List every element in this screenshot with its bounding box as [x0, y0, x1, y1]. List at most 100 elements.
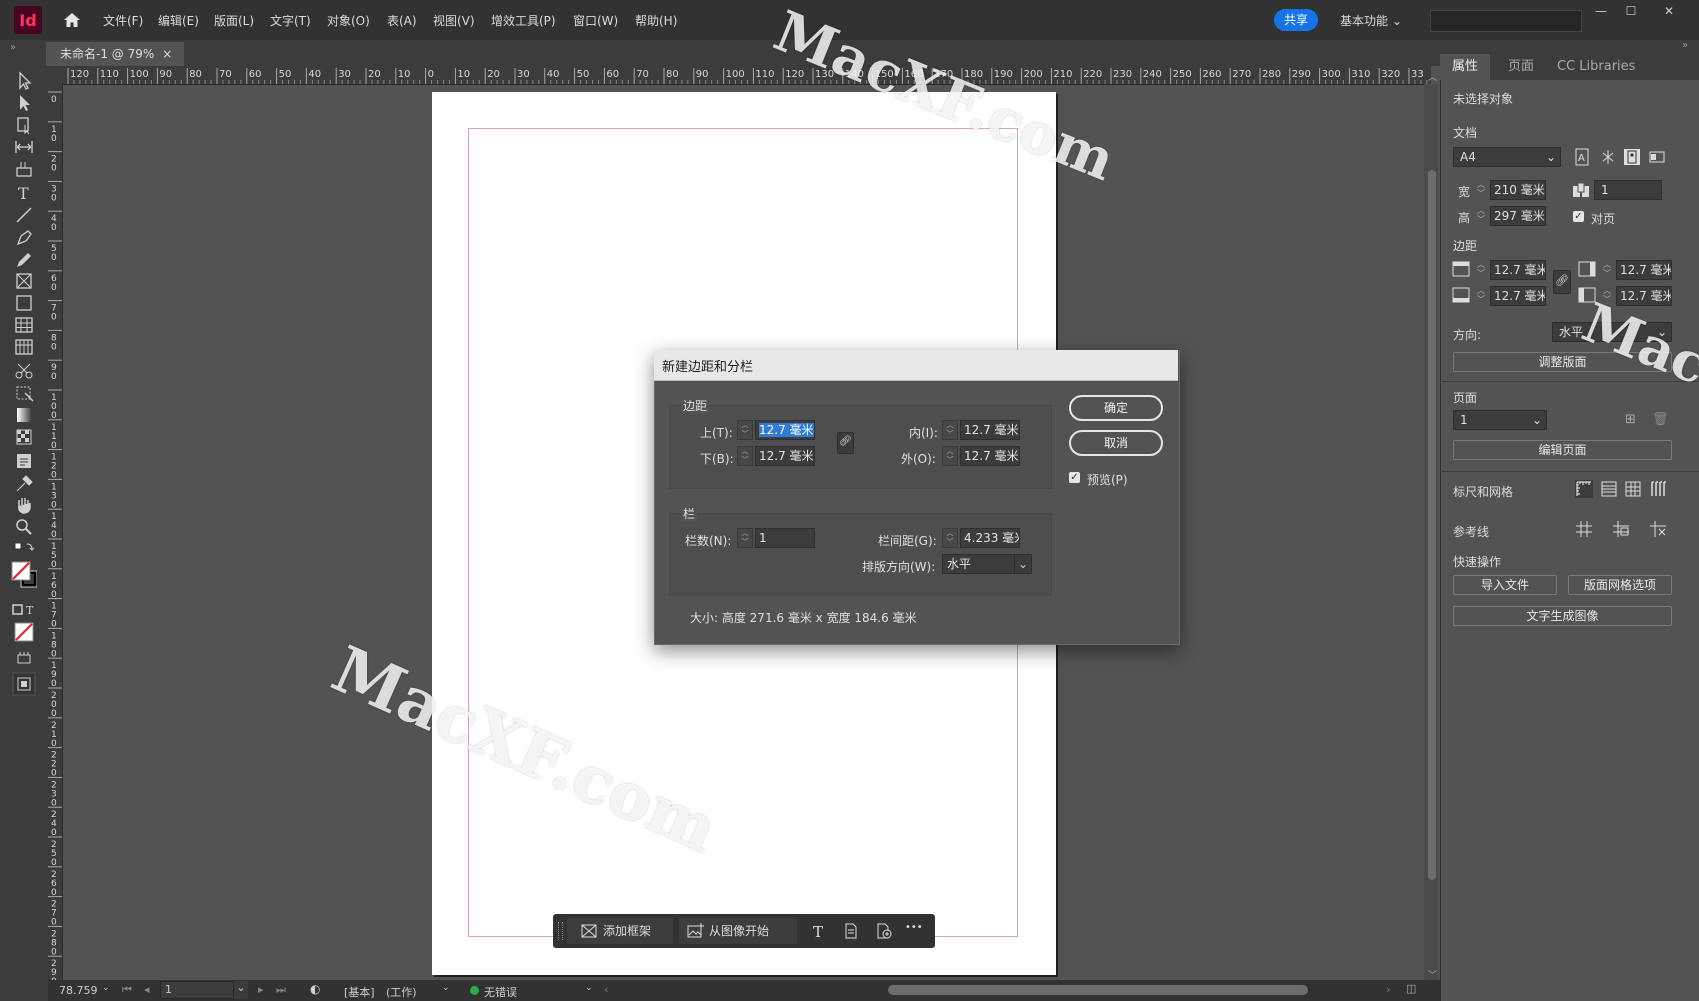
- page-tool-icon[interactable]: [11, 115, 37, 135]
- margin-bottom-field[interactable]: 12.7 毫米: [1490, 286, 1546, 306]
- scissors-tool-icon[interactable]: [11, 361, 37, 381]
- menu-layout[interactable]: 版面(L): [214, 12, 254, 29]
- pen-tool-icon[interactable]: [11, 227, 37, 247]
- split-view-icon[interactable]: ◫: [1406, 982, 1416, 995]
- type-icon[interactable]: T: [811, 923, 827, 939]
- gradient-feather-tool-icon[interactable]: [11, 427, 37, 447]
- more-options-icon[interactable]: •••: [905, 922, 923, 933]
- vertical-scrollbar-thumb[interactable]: [1428, 170, 1436, 880]
- page-select[interactable]: 1 ⌄: [1453, 410, 1547, 430]
- free-transform-tool-icon[interactable]: [11, 383, 37, 403]
- margin-inside-stepper-icon[interactable]: ︿ ﹀: [1600, 260, 1614, 280]
- inside-margin-field[interactable]: 12.7 毫米: [960, 420, 1020, 440]
- menu-object[interactable]: 对象(O): [327, 12, 370, 29]
- page-size-select[interactable]: A4 ⌄: [1453, 147, 1561, 167]
- mode-chevron-down-icon[interactable]: ⌄: [442, 983, 450, 993]
- collapse-toolbar-icon[interactable]: »: [10, 42, 16, 53]
- layout-grid-options-button[interactable]: 版面网格选项: [1568, 575, 1672, 595]
- gradient-tool-icon[interactable]: [11, 405, 37, 425]
- import-file-button[interactable]: 导入文件: [1453, 575, 1557, 595]
- minimize-button[interactable]: —: [1589, 4, 1613, 20]
- page-number-field[interactable]: 1: [160, 981, 234, 999]
- gutter-stepper-icon[interactable]: ︿ ﹀: [942, 528, 958, 548]
- formatting-container-icon[interactable]: T: [11, 600, 37, 620]
- top-margin-stepper-icon[interactable]: ︿ ﹀: [737, 420, 753, 440]
- menu-edit[interactable]: 编辑(E): [158, 12, 199, 29]
- start-from-image-button[interactable]: 从图像开始: [679, 918, 797, 944]
- menu-help[interactable]: 帮助(H): [635, 12, 677, 29]
- margin-inside-field[interactable]: 12.7 毫米: [1616, 260, 1672, 280]
- direct-selection-tool-icon[interactable]: [11, 93, 37, 113]
- last-page-icon[interactable]: ⏭: [276, 983, 286, 997]
- tab-properties[interactable]: 属性: [1440, 54, 1491, 80]
- fill-stroke-swatch-icon[interactable]: [11, 559, 37, 593]
- add-page-icon[interactable]: ⊞: [1625, 412, 1636, 427]
- view-mode-icon[interactable]: [11, 672, 37, 696]
- horizontal-ruler[interactable]: 120 110 100 90 80 70 60 50 40 30 20 10 0 10 20 30 40 50 60…: [60, 66, 1431, 85]
- zoom-level[interactable]: 78.759: [59, 984, 98, 997]
- menu-file[interactable]: 文件(F): [103, 12, 143, 29]
- tab-pages[interactable]: 页面: [1496, 54, 1546, 80]
- prev-page-icon[interactable]: ◂: [144, 983, 150, 996]
- preflight-status-text[interactable]: 无错误: [484, 984, 517, 1000]
- width-stepper-icon[interactable]: ︿ ﹀: [1474, 180, 1488, 200]
- ruler-icon[interactable]: [1575, 480, 1593, 498]
- inside-margin-stepper-icon[interactable]: ︿ ﹀: [942, 420, 958, 440]
- bottom-margin-stepper-icon[interactable]: ︿ ﹀: [737, 446, 753, 466]
- vertical-ruler[interactable]: 0 10 20 30 40 50 60 70 80 90 100 110 120130 140 150 160…: [48, 84, 63, 984]
- close-tab-icon[interactable]: ×: [162, 47, 172, 61]
- type-tool-icon[interactable]: T: [11, 183, 37, 203]
- screen-mode-icon[interactable]: [11, 648, 37, 668]
- gap-tool-icon[interactable]: [11, 137, 37, 157]
- document-grid-icon[interactable]: [1624, 480, 1642, 498]
- delete-page-icon[interactable]: 🗑︎: [1652, 412, 1669, 427]
- maximize-button[interactable]: ☐: [1619, 4, 1643, 20]
- height-field[interactable]: 297 毫米: [1490, 206, 1546, 226]
- link-margins-icon[interactable]: 🔗︎: [1553, 270, 1571, 294]
- margin-top-stepper-icon[interactable]: ︿ ﹀: [1474, 260, 1488, 280]
- default-colors-icon[interactable]: [11, 539, 37, 559]
- preflight-chevron-down-icon[interactable]: ⌄: [585, 983, 593, 993]
- text-frame-page-icon[interactable]: A: [1573, 148, 1591, 166]
- next-page-icon[interactable]: ▸: [258, 983, 264, 996]
- scroll-left-icon[interactable]: ‹: [604, 983, 608, 996]
- search-input[interactable]: [1430, 10, 1582, 32]
- margin-bottom-stepper-icon[interactable]: ︿ ﹀: [1474, 286, 1488, 306]
- note-tool-icon[interactable]: [11, 451, 37, 471]
- tab-cc-libraries[interactable]: CC Libraries: [1545, 54, 1647, 80]
- text-to-image-button[interactable]: 文字生成图像: [1453, 606, 1672, 626]
- panel-collapse-icon[interactable]: »: [1682, 40, 1688, 51]
- menu-view[interactable]: 视图(V): [433, 12, 475, 29]
- share-button[interactable]: 共享: [1274, 9, 1318, 31]
- document-icon[interactable]: [843, 923, 859, 939]
- layout-grid-icon[interactable]: [1649, 480, 1667, 498]
- direction-select[interactable]: 水平 ⌄: [942, 554, 1032, 574]
- document-tab[interactable]: 未命名-1 @ 79% ×: [46, 42, 184, 66]
- margin-top-field[interactable]: 12.7 毫米: [1490, 260, 1546, 280]
- menu-table[interactable]: 表(A): [387, 12, 417, 29]
- horizontal-scrollbar-thumb[interactable]: [888, 985, 1308, 995]
- ruler-origin[interactable]: [48, 66, 60, 84]
- ok-button[interactable]: 确定: [1069, 395, 1163, 421]
- table-tool-icon[interactable]: [11, 315, 37, 335]
- cancel-button[interactable]: 取消: [1069, 430, 1163, 456]
- zoom-chevron-down-icon[interactable]: ⌄: [102, 983, 110, 993]
- content-collector-tool-icon[interactable]: [11, 159, 37, 179]
- width-field[interactable]: 210 毫米: [1490, 180, 1546, 200]
- home-icon[interactable]: [62, 10, 82, 30]
- selection-tool-icon[interactable]: [11, 71, 37, 91]
- smart-guides-icon[interactable]: [1612, 520, 1630, 538]
- preflight-profile-icon[interactable]: ◐: [310, 982, 320, 996]
- top-margin-field[interactable]: 12.7 毫米: [755, 420, 815, 440]
- outside-margin-stepper-icon[interactable]: ︿ ﹀: [942, 446, 958, 466]
- scroll-right-icon[interactable]: ›: [1386, 983, 1390, 996]
- height-stepper-icon[interactable]: ︿ ﹀: [1474, 206, 1488, 226]
- close-window-button[interactable]: ✕: [1657, 4, 1681, 20]
- gutter-field[interactable]: 4.233 毫米: [960, 528, 1020, 548]
- menu-plugins[interactable]: 增效工具(P): [491, 12, 556, 29]
- rectangle-frame-tool-icon[interactable]: [11, 271, 37, 291]
- edit-page-button[interactable]: 编辑页面: [1453, 440, 1672, 460]
- column-count-stepper-icon[interactable]: ︿ ﹀: [737, 528, 753, 548]
- scroll-up-icon[interactable]: ︿: [1428, 70, 1437, 83]
- rectangle-tool-icon[interactable]: [11, 293, 37, 313]
